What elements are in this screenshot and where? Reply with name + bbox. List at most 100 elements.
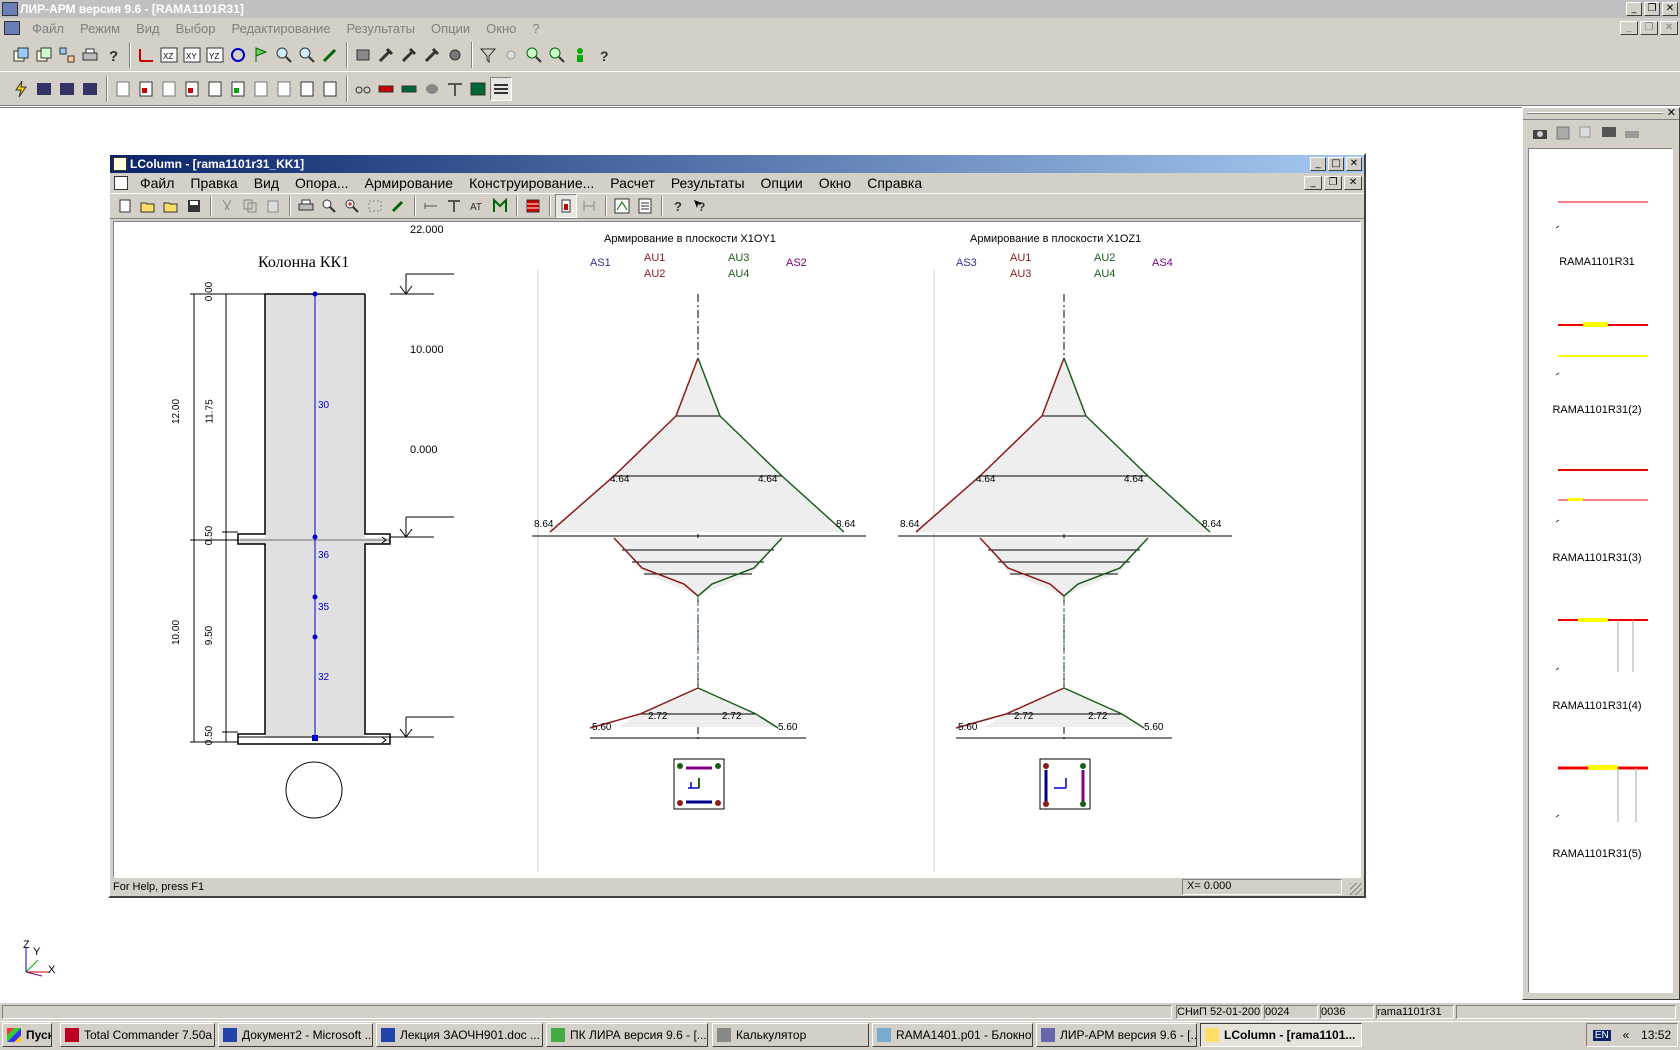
open-project-icon[interactable] [10,43,32,67]
save-thumb-icon[interactable] [1552,121,1574,145]
panel-close-icon[interactable]: ✕ [1667,106,1676,119]
lc-doc-restore-button[interactable]: ❐ [1324,176,1342,190]
list-pressed-icon[interactable] [490,76,512,101]
task-lir-arm[interactable]: ЛИР-АРМ версия 9.6 - [... [1036,1023,1197,1047]
cylinder-icon[interactable] [421,77,443,101]
lang-indicator[interactable]: EN [1592,1029,1611,1041]
frame-icon[interactable] [578,194,600,218]
lcolumn-close-button[interactable]: ✕ [1346,157,1362,171]
thumb-label-4[interactable]: RAMA1101R31(4) [1532,700,1662,712]
doc-h-icon[interactable] [273,77,295,101]
lc-doc-icon[interactable] [114,176,128,190]
rotate-icon[interactable] [227,43,249,67]
doc-i-icon[interactable] [296,77,318,101]
open-icon[interactable] [137,194,159,218]
help-icon[interactable]: ? [102,43,124,67]
lc-menu-view[interactable]: Вид [246,175,287,191]
hammer-2-icon[interactable] [398,43,420,67]
select-rect-icon[interactable] [364,194,386,218]
task-notepad[interactable]: RAMA1401.p01 - Блокнот [872,1023,1033,1047]
xy-view-icon[interactable]: XY [181,43,203,67]
lcolumn-drawing-area[interactable]: Колонна КК1 22.000 10.000 0.000 12.00 10… [113,221,1361,878]
task-lcolumn[interactable]: LColumn - [rama1101... [1200,1023,1362,1047]
close-button[interactable]: ✕ [1662,2,1678,16]
lc-menu-design[interactable]: Конструирование... [461,175,602,191]
doc-b-icon[interactable] [135,77,157,101]
menu-help[interactable]: ? [524,21,547,36]
doc-close-button[interactable]: ✕ [1660,21,1678,35]
dimension-icon[interactable] [420,194,442,218]
task-total-commander[interactable]: Total Commander 7.50a ... [60,1023,215,1047]
task-word-doc2[interactable]: Документ2 - Microsoft ... [218,1023,373,1047]
task-calculator[interactable]: Калькулятор [712,1023,869,1047]
monitor-icon[interactable] [1598,121,1620,145]
zoom-out-icon[interactable] [296,43,318,67]
lc-context-help-icon[interactable]: ? [690,194,712,218]
tree-icon[interactable] [56,43,78,67]
search-icon[interactable] [523,43,545,67]
copy-icon[interactable] [239,194,261,218]
person-icon[interactable] [569,43,591,67]
lightning-icon[interactable] [10,77,32,101]
lc-menu-edit[interactable]: Правка [182,175,245,191]
zoom-fit-icon[interactable] [318,194,340,218]
thumb-label-3[interactable]: RAMA1101R31(3) [1532,552,1662,564]
task-lira[interactable]: ПК ЛИРА версия 9.6 - [... [546,1023,708,1047]
yz-view-icon[interactable]: YZ [204,43,226,67]
lc-doc-minimize-button[interactable]: _ [1304,176,1322,190]
axes-icon[interactable] [135,43,157,67]
copy-thumb-icon[interactable] [1575,121,1597,145]
rebar-table-icon[interactable] [522,194,544,218]
menu-results[interactable]: Результаты [339,21,423,36]
table-icon[interactable] [444,77,466,101]
hammer-3-icon[interactable] [421,43,443,67]
new-icon[interactable] [114,194,136,218]
layers-icon[interactable] [352,43,374,67]
menu-options[interactable]: Опции [423,21,478,36]
lc-doc-close-button[interactable]: ✕ [1344,176,1362,190]
filter-icon[interactable] [477,43,499,67]
zoom-icon[interactable] [273,43,295,67]
flag-icon[interactable] [250,43,272,67]
lc-menu-support[interactable]: Опора... [287,175,357,191]
menu-mode[interactable]: Режим [72,21,128,36]
beam-icon[interactable] [33,77,55,101]
lc-menu-file[interactable]: Файл [132,175,182,191]
menu-view[interactable]: Вид [128,21,168,36]
chart-icon[interactable] [489,194,511,218]
doc-g-icon[interactable] [250,77,272,101]
grid-icon[interactable] [467,77,489,101]
doc-c-icon[interactable] [158,77,180,101]
doc-e-icon[interactable] [204,77,226,101]
hammer-icon[interactable] [375,43,397,67]
thumb-label-1[interactable]: RAMA1101R31 [1532,256,1662,268]
glasses-icon[interactable] [352,77,374,101]
bar-red-icon[interactable] [375,77,397,101]
menu-select[interactable]: Выбор [168,21,224,36]
thumb-label-2[interactable]: RAMA1101R31(2) [1532,404,1662,416]
task-word-lecture[interactable]: Лекция ЗАОЧН901.doc ... [376,1023,543,1047]
lc-menu-options[interactable]: Опции [753,175,811,191]
open-2-icon[interactable] [160,194,182,218]
start-button[interactable]: Пуск [2,1023,52,1047]
lc-menu-calc[interactable]: Расчет [602,175,663,191]
thumb-label-5[interactable]: RAMA1101R31(5) [1532,848,1662,860]
search-2-icon[interactable] [546,43,568,67]
lcolumn-minimize-button[interactable]: _ [1310,157,1326,171]
beam-2-icon[interactable] [56,77,78,101]
graph-icon[interactable] [611,194,633,218]
paste-icon[interactable] [262,194,284,218]
text-at-icon[interactable]: AT [466,194,488,218]
menu-file[interactable]: Файл [24,21,72,36]
doc-f-icon[interactable] [227,77,249,101]
pencil-icon[interactable] [387,194,409,218]
lcolumn-maximize-button[interactable]: □ [1328,157,1344,171]
doc-a-icon[interactable] [112,77,134,101]
save-icon[interactable] [183,194,205,218]
doc-restore-button[interactable]: ❐ [1640,21,1658,35]
doc-d-icon[interactable] [181,77,203,101]
context-help-icon[interactable]: ? [592,43,614,67]
sun-icon[interactable] [500,43,522,67]
pen-icon[interactable] [319,43,341,67]
minimize-button[interactable]: _ [1626,2,1642,16]
